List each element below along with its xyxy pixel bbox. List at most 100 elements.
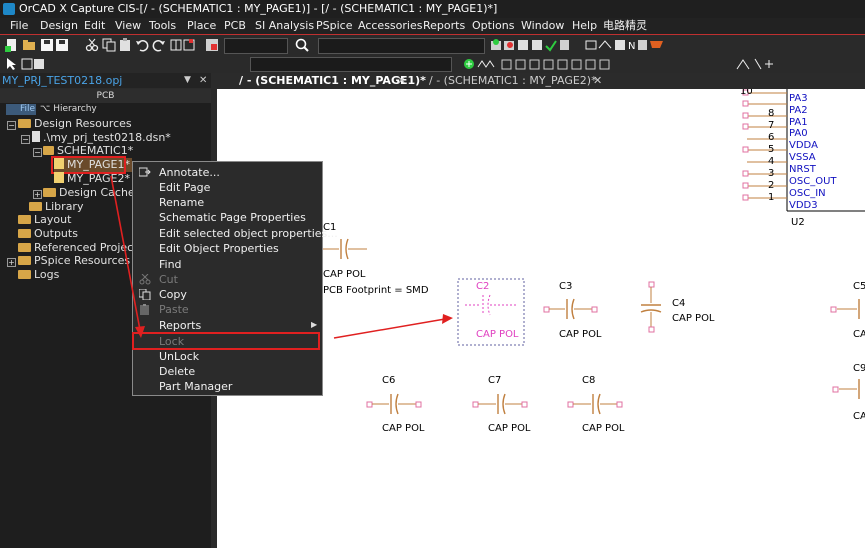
project-file-name: MY_PRJ_TEST0218.opj	[2, 74, 123, 87]
tree-outputs[interactable]: Outputs	[18, 227, 78, 241]
project-manager-tab[interactable]: MY_PRJ_TEST0218.opj ▼ ✕	[0, 73, 211, 88]
cap-c9-value: CA	[853, 411, 865, 422]
dropdown-arrow-icon[interactable]: ▼	[184, 73, 191, 88]
close-tab-icon[interactable]: ✕	[397, 73, 406, 88]
cap-c6-ref: C6	[382, 375, 396, 386]
project-icon[interactable]	[205, 38, 219, 52]
svg-text:N: N	[628, 41, 635, 52]
redo-icon[interactable]	[152, 38, 166, 52]
tree-pspice-resources[interactable]: PSpice Resources	[18, 254, 130, 268]
menu-item-unlock[interactable]: UnLock	[159, 349, 199, 364]
cap-c9-ref: C9	[853, 363, 865, 374]
folder-icon	[18, 243, 31, 252]
menu-help[interactable]: Help	[572, 18, 597, 34]
netlist-tools-icons[interactable]: N	[585, 38, 665, 52]
place-net-icons[interactable]	[21, 57, 45, 71]
menu-item-copy[interactable]: Copy	[159, 287, 187, 302]
menu-item-rename[interactable]: Rename	[159, 195, 204, 210]
menu-pspice[interactable]: PSpice	[316, 18, 352, 34]
menu-item-edit-selected-object-properties[interactable]: Edit selected object properties...	[159, 226, 338, 241]
select-pointer-icon[interactable]	[5, 57, 19, 71]
menu-options[interactable]: Options	[472, 18, 514, 34]
tree-dsn-file[interactable]: .\my_prj_test0218.dsn*	[32, 131, 171, 145]
zoom-search-icon[interactable]	[295, 38, 309, 52]
copy-icon[interactable]	[102, 38, 116, 52]
expand-dsn-icon[interactable]: −	[21, 135, 30, 144]
menu-item-reports[interactable]: Reports	[159, 318, 201, 333]
paste-icon[interactable]	[118, 38, 132, 52]
tree-my-page2[interactable]: MY_PAGE2*	[54, 172, 130, 186]
tree-referenced-projects[interactable]: Referenced Projects	[18, 241, 143, 255]
menu-item-paste[interactable]: Paste	[159, 302, 189, 317]
menu-tools[interactable]: Tools	[149, 18, 176, 34]
menu-view[interactable]: View	[115, 18, 141, 34]
menu-item-part-manager[interactable]: Part Manager	[159, 379, 232, 394]
highlight-box-lock	[132, 332, 320, 350]
expand-pspice-icon[interactable]: +	[7, 258, 16, 267]
menu-file[interactable]: File	[10, 18, 28, 34]
menu-place[interactable]: Place	[187, 18, 216, 34]
menu-design[interactable]: Design	[40, 18, 78, 34]
menu-circuit-wizard[interactable]: 电路精灵	[603, 18, 647, 34]
subtab-file[interactable]: File	[6, 104, 36, 115]
part-ref-u2: U2	[791, 217, 805, 228]
cap-c7-value: CAP POL	[488, 423, 531, 434]
folder-icon	[18, 270, 31, 279]
expand-design-cache-icon[interactable]: +	[33, 190, 42, 199]
folder-icon	[18, 119, 31, 128]
cap-c2-ref: C2	[476, 281, 490, 292]
cap-c7-symbol	[472, 393, 528, 415]
u2-pin-ends	[742, 89, 749, 201]
menu-item-cut[interactable]: Cut	[159, 272, 178, 287]
window-title: OrCAD X Capture CIS-[/ - (SCHEMATIC1 : M…	[19, 2, 498, 15]
open-folder-icon[interactable]	[22, 38, 36, 52]
menu-edit[interactable]: Edit	[84, 18, 105, 34]
menu-item-edit-page[interactable]: Edit Page	[159, 180, 210, 195]
part-search-combo[interactable]	[224, 38, 288, 54]
close-icon[interactable]: ✕	[199, 73, 207, 88]
toolbar-dropdown[interactable]	[318, 38, 485, 54]
cap-c8-ref: C8	[582, 375, 596, 386]
pcb-tools-icons[interactable]	[490, 38, 570, 52]
save-icons[interactable]	[40, 38, 70, 52]
tab-my-page2[interactable]: / - (SCHEMATIC1 : MY_PAGE2)*	[429, 73, 597, 88]
undo-icon[interactable]	[135, 38, 149, 52]
menu-reports[interactable]: Reports	[423, 18, 465, 34]
pin-name: PA3	[789, 93, 808, 104]
paste-icon	[140, 304, 149, 315]
subtab-hierarchy[interactable]: ⌥ Hierarchy	[40, 104, 97, 115]
tree-design-cache[interactable]: Design Cache	[43, 186, 135, 200]
pin-name: VDDA	[789, 140, 818, 151]
menu-item-schematic-page-properties[interactable]: Schematic Page Properties	[159, 210, 306, 225]
expand-design-resources-icon[interactable]: −	[7, 121, 16, 130]
cap-c8-value: CAP POL	[582, 423, 625, 434]
pin-number: 5	[768, 144, 775, 155]
menu-item-annotate[interactable]: Annotate...	[159, 165, 220, 180]
cap-c8-symbol	[567, 393, 623, 415]
new-icon[interactable]	[5, 38, 19, 52]
menu-si-analysis[interactable]: SI Analysis	[255, 18, 314, 34]
menu-item-edit-object-properties[interactable]: Edit Object Properties	[159, 241, 279, 256]
probe-icons[interactable]	[735, 57, 775, 71]
place-part-icons[interactable]	[170, 38, 196, 52]
pin-number: 2	[768, 180, 775, 191]
cut-icon[interactable]	[85, 38, 99, 52]
cap-c2-value: CAP POL	[476, 329, 519, 340]
cap-c4-value: CAP POL	[672, 313, 715, 324]
menu-pcb[interactable]: PCB	[224, 18, 246, 34]
close-tab-2-icon[interactable]: ✕	[593, 73, 602, 88]
tree-library[interactable]: Library	[29, 200, 83, 214]
simulation-tools-icons[interactable]	[462, 57, 622, 71]
menu-item-delete[interactable]: Delete	[159, 364, 195, 379]
tree-layout[interactable]: Layout	[18, 213, 71, 227]
toolbar-dropdown-2[interactable]	[250, 57, 452, 72]
tree-design-resources[interactable]: Design Resources	[18, 117, 132, 131]
menu-window[interactable]: Window	[521, 18, 564, 34]
document-tabs: / - (SCHEMATIC1 : MY_PAGE1)* ✕ / - (SCHE…	[217, 73, 865, 88]
file-icon	[32, 131, 40, 142]
menu-item-find[interactable]: Find	[159, 257, 182, 272]
panel-title: PCB	[0, 89, 211, 103]
menu-accessories[interactable]: Accessories	[358, 18, 422, 34]
tree-logs[interactable]: Logs	[18, 268, 59, 282]
expand-schematic-icon[interactable]: −	[33, 148, 42, 157]
